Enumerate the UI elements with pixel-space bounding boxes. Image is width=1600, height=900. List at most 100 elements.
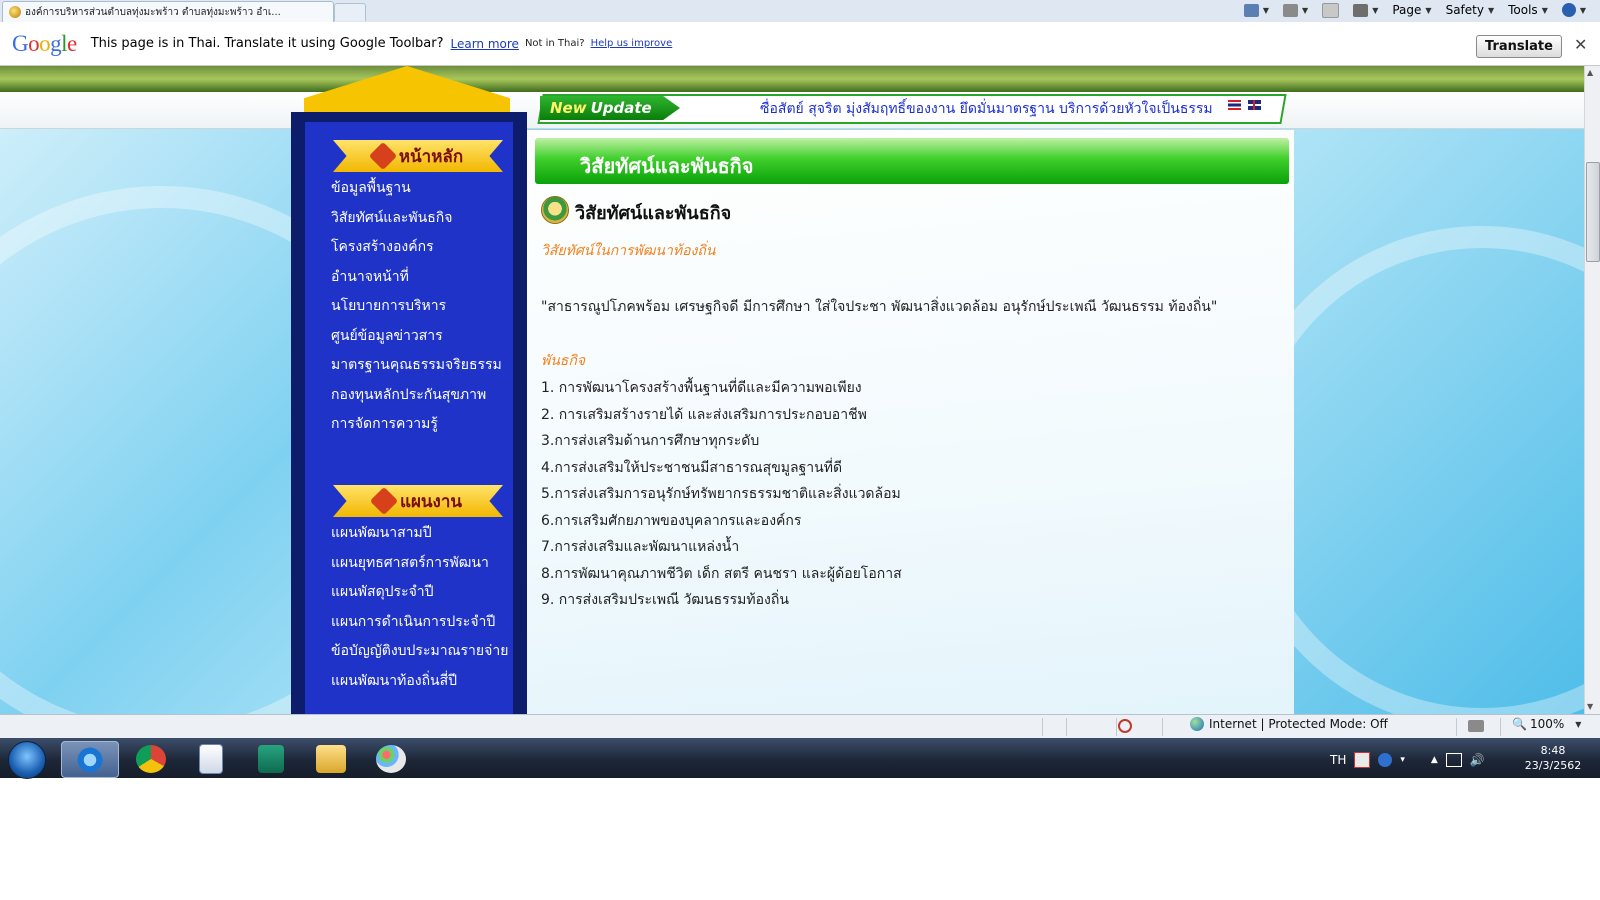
nav-item-basic-info[interactable]: ข้อมูลพื้นฐาน — [331, 177, 411, 199]
security-status-icon[interactable] — [1468, 720, 1484, 732]
nav-item-knowledge[interactable]: การจัดการความรู้ — [331, 413, 438, 435]
mission-item: 3.การส่งเสริมด้านการศึกษาทุกระดับ — [541, 433, 760, 449]
mail-icon — [1322, 2, 1340, 18]
zoom-control[interactable]: 🔍 100% ▼ — [1512, 717, 1581, 731]
ticker-text[interactable]: ซื่อสัตย์ สุจริต มุ่งสัมฤทธิ์ของงาน ยึดม… — [760, 98, 1213, 120]
status-divider — [1116, 718, 1117, 736]
volume-icon[interactable]: 🔊 — [1470, 753, 1485, 767]
nav-item-three-year-plan[interactable]: แผนพัฒนาสามปี — [331, 522, 432, 544]
help-menu[interactable]: ▼ — [1558, 3, 1590, 17]
tab-title: องค์การบริหารส่วนตำบลทุ่งมะพร้าว ตำบลทุ่… — [25, 6, 281, 18]
nav-inner: หน้าหลัก ข้อมูลพื้นฐาน วิสัยทัศน์และพันธ… — [305, 122, 513, 714]
popup-blocker-icon[interactable] — [1118, 719, 1132, 733]
language-indicator[interactable]: TH — [1330, 753, 1346, 767]
print-button[interactable]: ▼ — [1349, 3, 1382, 17]
taskbar-paint[interactable] — [363, 741, 419, 776]
chevron-down-icon: ▼ — [1575, 719, 1582, 729]
mail-button[interactable] — [1318, 2, 1343, 18]
security-zone[interactable]: Internet | Protected Mode: Off — [1190, 717, 1388, 731]
new-update-badge: New Update — [540, 96, 680, 120]
page-logo-icon — [541, 196, 569, 224]
security-zone-label: Internet | Protected Mode: Off — [1209, 717, 1388, 731]
chevron-down-icon: ▼ — [1262, 5, 1270, 15]
nav-section-plans-label: แผนงาน — [399, 491, 462, 512]
command-bar: ▼ ▼ ▼ Page ▼ Safety ▼ Tools ▼ ▼ — [1240, 0, 1590, 20]
nav-item-vision-mission[interactable]: วิสัยทัศน์และพันธกิจ — [331, 207, 452, 229]
status-divider — [1456, 718, 1457, 736]
uk-flag-icon[interactable] — [1248, 100, 1261, 110]
nav-item-info-center[interactable]: ศูนย์ข้อมูลข่าวสาร — [331, 325, 443, 347]
page-menu-label: Page — [1392, 3, 1422, 17]
nav-item-authority[interactable]: อำนาจหน้าที่ — [331, 266, 409, 288]
mission-item: 2. การเสริมสร้างรายได้ และส่งเสริมการประ… — [541, 407, 867, 423]
show-hidden-icons-icon[interactable]: ▲ — [1431, 755, 1438, 765]
printer-icon — [1353, 3, 1369, 17]
scroll-up-icon[interactable]: ▲ — [1587, 68, 1593, 77]
google-logo: Google — [12, 30, 77, 56]
start-button[interactable] — [8, 741, 46, 779]
google-translate-bar: Google This page is in Thai. Translate i… — [0, 22, 1600, 66]
status-divider — [1066, 718, 1067, 736]
nav-item-four-year-plan[interactable]: แผนพัฒนาท้องถิ่นสี่ปี — [331, 670, 457, 692]
network-icon[interactable] — [1445, 753, 1462, 767]
mission-item: 8.การพัฒนาคุณภาพชีวิต เด็ก สตรี คนชรา แล… — [541, 566, 902, 582]
mission-item: 4.การส่งเสริมให้ประชาชนมีสาธารณสุขมูลฐาน… — [541, 460, 843, 476]
help-improve-link[interactable]: Help us improve — [591, 38, 673, 49]
chrome-icon — [136, 744, 166, 773]
system-tray: TH ▾ ▲ 🔊 — [1330, 745, 1485, 775]
vision-text: "สาธารณูปโภคพร้อม เศรษฐกิจดี มีการศึกษา … — [541, 299, 1218, 315]
nav-item-operation-plan[interactable]: แผนการดำเนินการประจำปี — [331, 611, 495, 633]
folder-icon — [316, 744, 346, 773]
new-tab-button[interactable] — [334, 3, 366, 21]
taskbar-clock[interactable]: 8:48 23/3/2562 — [1520, 743, 1586, 773]
nav-section-plans: แผนงาน — [333, 485, 503, 517]
safety-menu[interactable]: Safety ▼ — [1442, 3, 1499, 17]
nav-item-budget[interactable]: ข้อบัญญัติงบประมาณรายจ่าย — [331, 640, 508, 662]
help-icon[interactable] — [1378, 753, 1393, 767]
status-divider — [1162, 718, 1163, 736]
taskbar-internet-explorer[interactable] — [61, 741, 119, 778]
thai-flag-icon[interactable] — [1228, 100, 1241, 110]
input-method-icon[interactable] — [1354, 752, 1371, 768]
rss-icon — [1283, 3, 1299, 17]
nav-section-main-label: หน้าหลัก — [398, 146, 464, 167]
tools-menu[interactable]: Tools ▼ — [1504, 3, 1552, 17]
home-button[interactable]: ▼ — [1240, 3, 1273, 17]
document-icon — [199, 743, 223, 774]
nav-item-structure[interactable]: โครงสร้างองค์กร — [331, 236, 434, 258]
nav-item-policy[interactable]: นโยบายการบริหาร — [331, 295, 446, 317]
close-translate-bar-icon[interactable]: ✕ — [1574, 35, 1587, 54]
left-navigation: หน้าหลัก ข้อมูลพื้นฐาน วิสัยทัศน์และพันธ… — [291, 66, 527, 714]
mission-item: 9. การส่งเสริมประเพณี วัฒนธรรมท้องถิ่น — [541, 592, 789, 608]
scroll-down-icon[interactable]: ▼ — [1587, 702, 1593, 711]
translate-message: This page is in Thai. Translate it using… — [90, 36, 444, 51]
content-banner-title: วิสัยทัศน์และพันธกิจ — [580, 154, 754, 178]
nav-section-main: หน้าหลัก — [333, 140, 503, 172]
vision-subtitle: วิสัยทัศน์ในการพัฒนาท้องถิ่น — [541, 243, 716, 259]
nav-gold-roof — [304, 66, 510, 112]
chevron-down-icon: ▼ — [1425, 5, 1432, 15]
taskbar-chrome[interactable] — [123, 741, 179, 776]
feeds-button[interactable]: ▼ — [1279, 3, 1312, 17]
nav-item-supplies-plan[interactable]: แผนพัสดุประจำปี — [331, 581, 434, 603]
help-icon — [1561, 3, 1576, 17]
header-landscape-image — [0, 66, 1584, 92]
browser-tab[interactable]: องค์การบริหารส่วนตำบลทุ่งมะพร้าว ตำบลทุ่… — [2, 1, 334, 22]
safety-menu-label: Safety — [1445, 3, 1484, 17]
mission-item: 6.การเสริมศักยภาพของบุคลากรและองค์กร — [541, 513, 802, 529]
nav-item-ethics[interactable]: มาตรฐานคุณธรรมจริยธรรม — [331, 354, 502, 376]
chevron-down-icon: ▼ — [1372, 5, 1379, 15]
nav-item-strategy-plan[interactable]: แผนยุทธศาสตร์การพัฒนา — [331, 552, 489, 574]
taskbar-explorer[interactable] — [303, 741, 359, 776]
zoom-level: 100% — [1529, 717, 1565, 731]
learn-more-link[interactable]: Learn more — [451, 37, 519, 51]
taskbar-publisher[interactable] — [243, 741, 299, 776]
status-divider — [1042, 718, 1043, 736]
chevron-down-icon[interactable]: ▾ — [1400, 755, 1405, 765]
translate-button[interactable]: Translate — [1476, 35, 1562, 58]
page-menu[interactable]: Page ▼ — [1388, 3, 1435, 17]
taskbar-word[interactable] — [183, 741, 239, 776]
nav-item-health-fund[interactable]: กองทุนหลักประกันสุขภาพ — [331, 384, 486, 406]
scroll-thumb[interactable] — [1586, 162, 1600, 262]
badge-update-label: Update — [590, 99, 652, 117]
